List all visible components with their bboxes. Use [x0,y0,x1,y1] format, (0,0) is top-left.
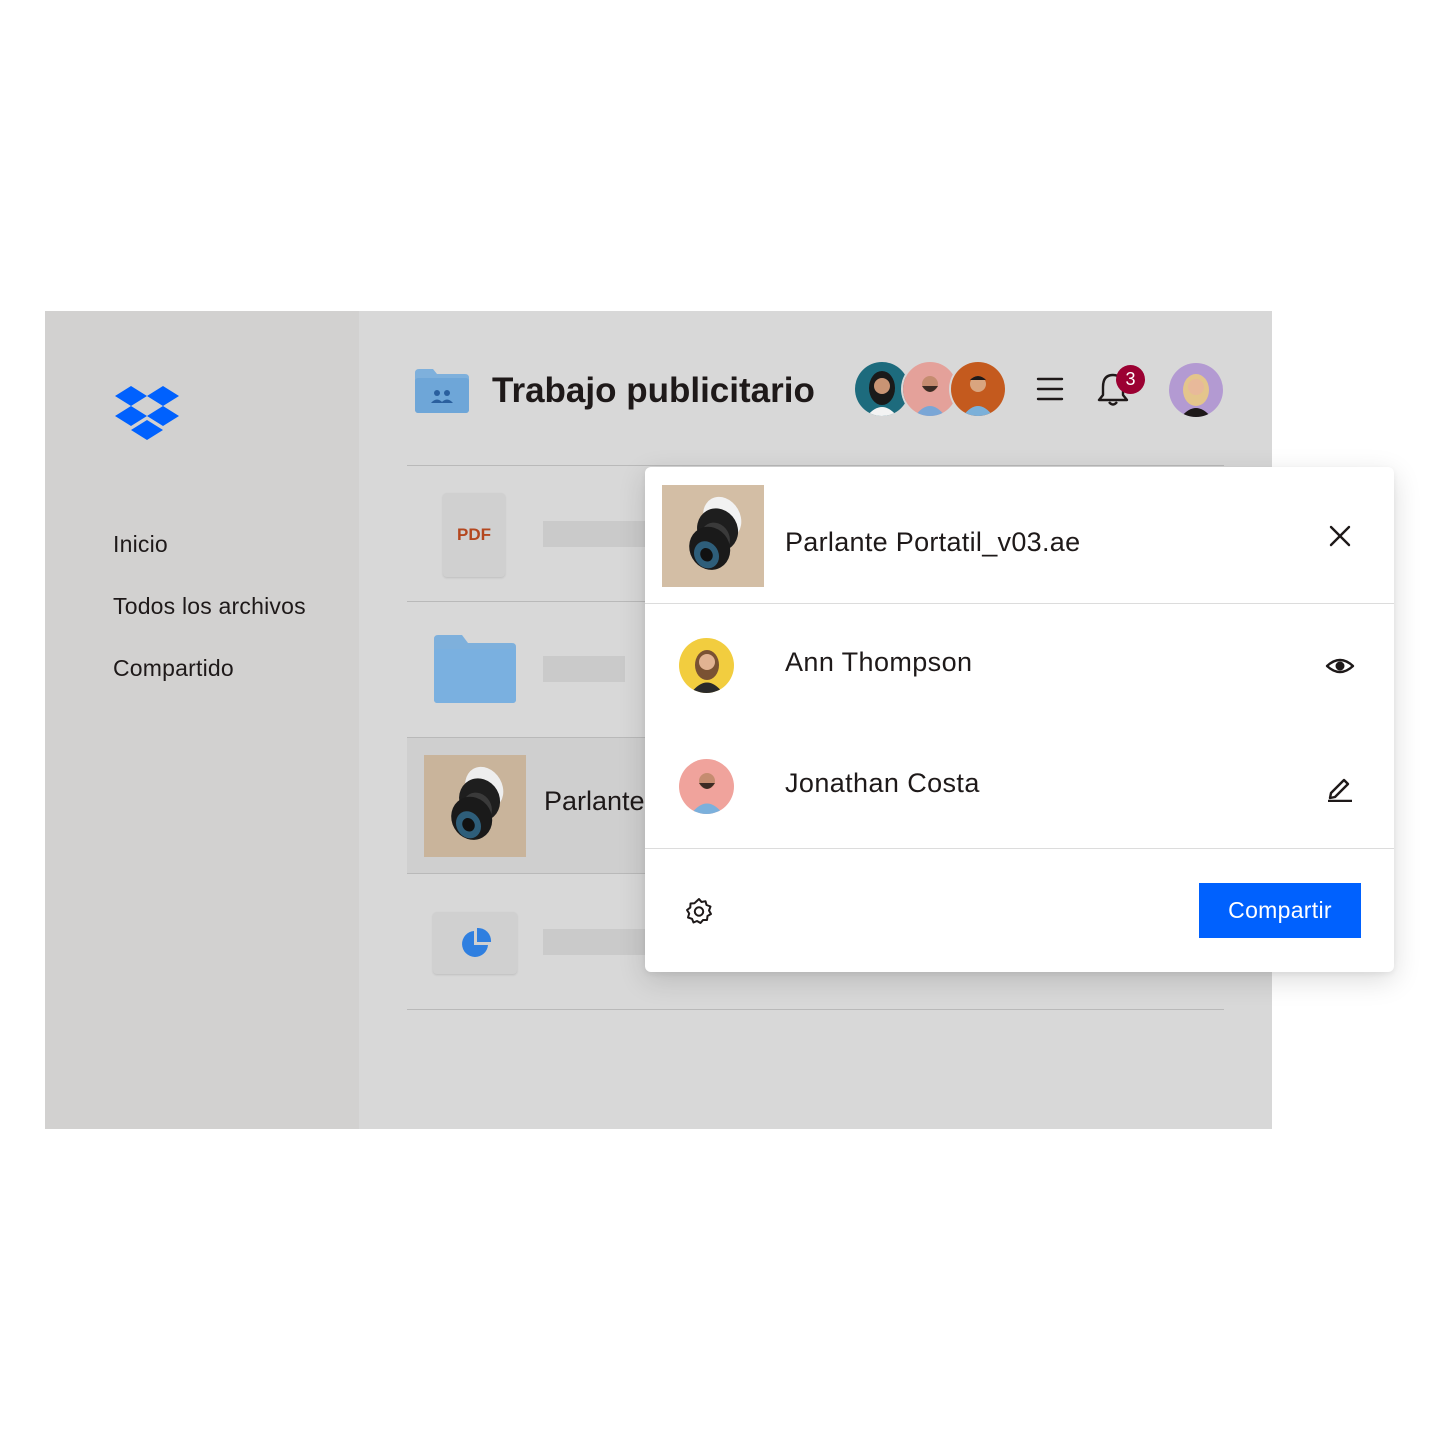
member-row-jonathan-costa[interactable]: Jonathan Costa [645,736,1394,836]
member-avatar-3[interactable] [951,362,1005,416]
pdf-icon: PDF [443,493,505,577]
speaker-thumbnail [424,755,526,857]
file-name-placeholder [543,656,625,682]
sidebar-item-inicio[interactable]: Inicio [113,531,168,558]
menu-icon[interactable] [1035,374,1065,404]
sidebar: Inicio Todos los archivos Compartido [45,311,359,1129]
page-title: Trabajo publicitario [492,371,815,410]
sidebar-item-todos-los-archivos[interactable]: Todos los archivos [113,593,306,620]
row-divider [407,1009,1224,1010]
member-avatar [679,759,734,814]
pie-chart-icon [462,927,492,957]
eye-icon[interactable] [1325,651,1355,681]
close-icon[interactable] [1328,524,1352,548]
member-avatar-1[interactable] [855,362,909,416]
folder-icon [434,635,516,703]
pie-chart-tile [433,912,517,974]
shared-folder-icon [415,369,469,413]
panel-divider [645,603,1394,604]
pencil-icon[interactable] [1325,772,1355,802]
gear-icon[interactable] [685,897,713,925]
member-name: Jonathan Costa [785,768,980,798]
shared-file-name: Parlante Portatil_v03.ae [785,527,1081,557]
dropbox-logo-icon[interactable] [115,386,179,440]
file-name: Parlante [544,786,645,816]
member-name: Ann Thompson [785,647,973,677]
panel-divider [645,848,1394,849]
sidebar-item-compartido[interactable]: Compartido [113,655,234,682]
share-button[interactable]: Compartir [1199,883,1361,938]
member-avatar-2[interactable] [903,362,957,416]
speaker-thumbnail [662,485,764,587]
user-avatar[interactable] [1169,363,1223,417]
share-panel: Parlante Portatil_v03.ae Ann Thompson Jo… [645,467,1394,972]
member-row-ann-thompson[interactable]: Ann Thompson [645,615,1394,715]
notification-count-badge: 3 [1116,365,1145,394]
member-avatar [679,638,734,693]
